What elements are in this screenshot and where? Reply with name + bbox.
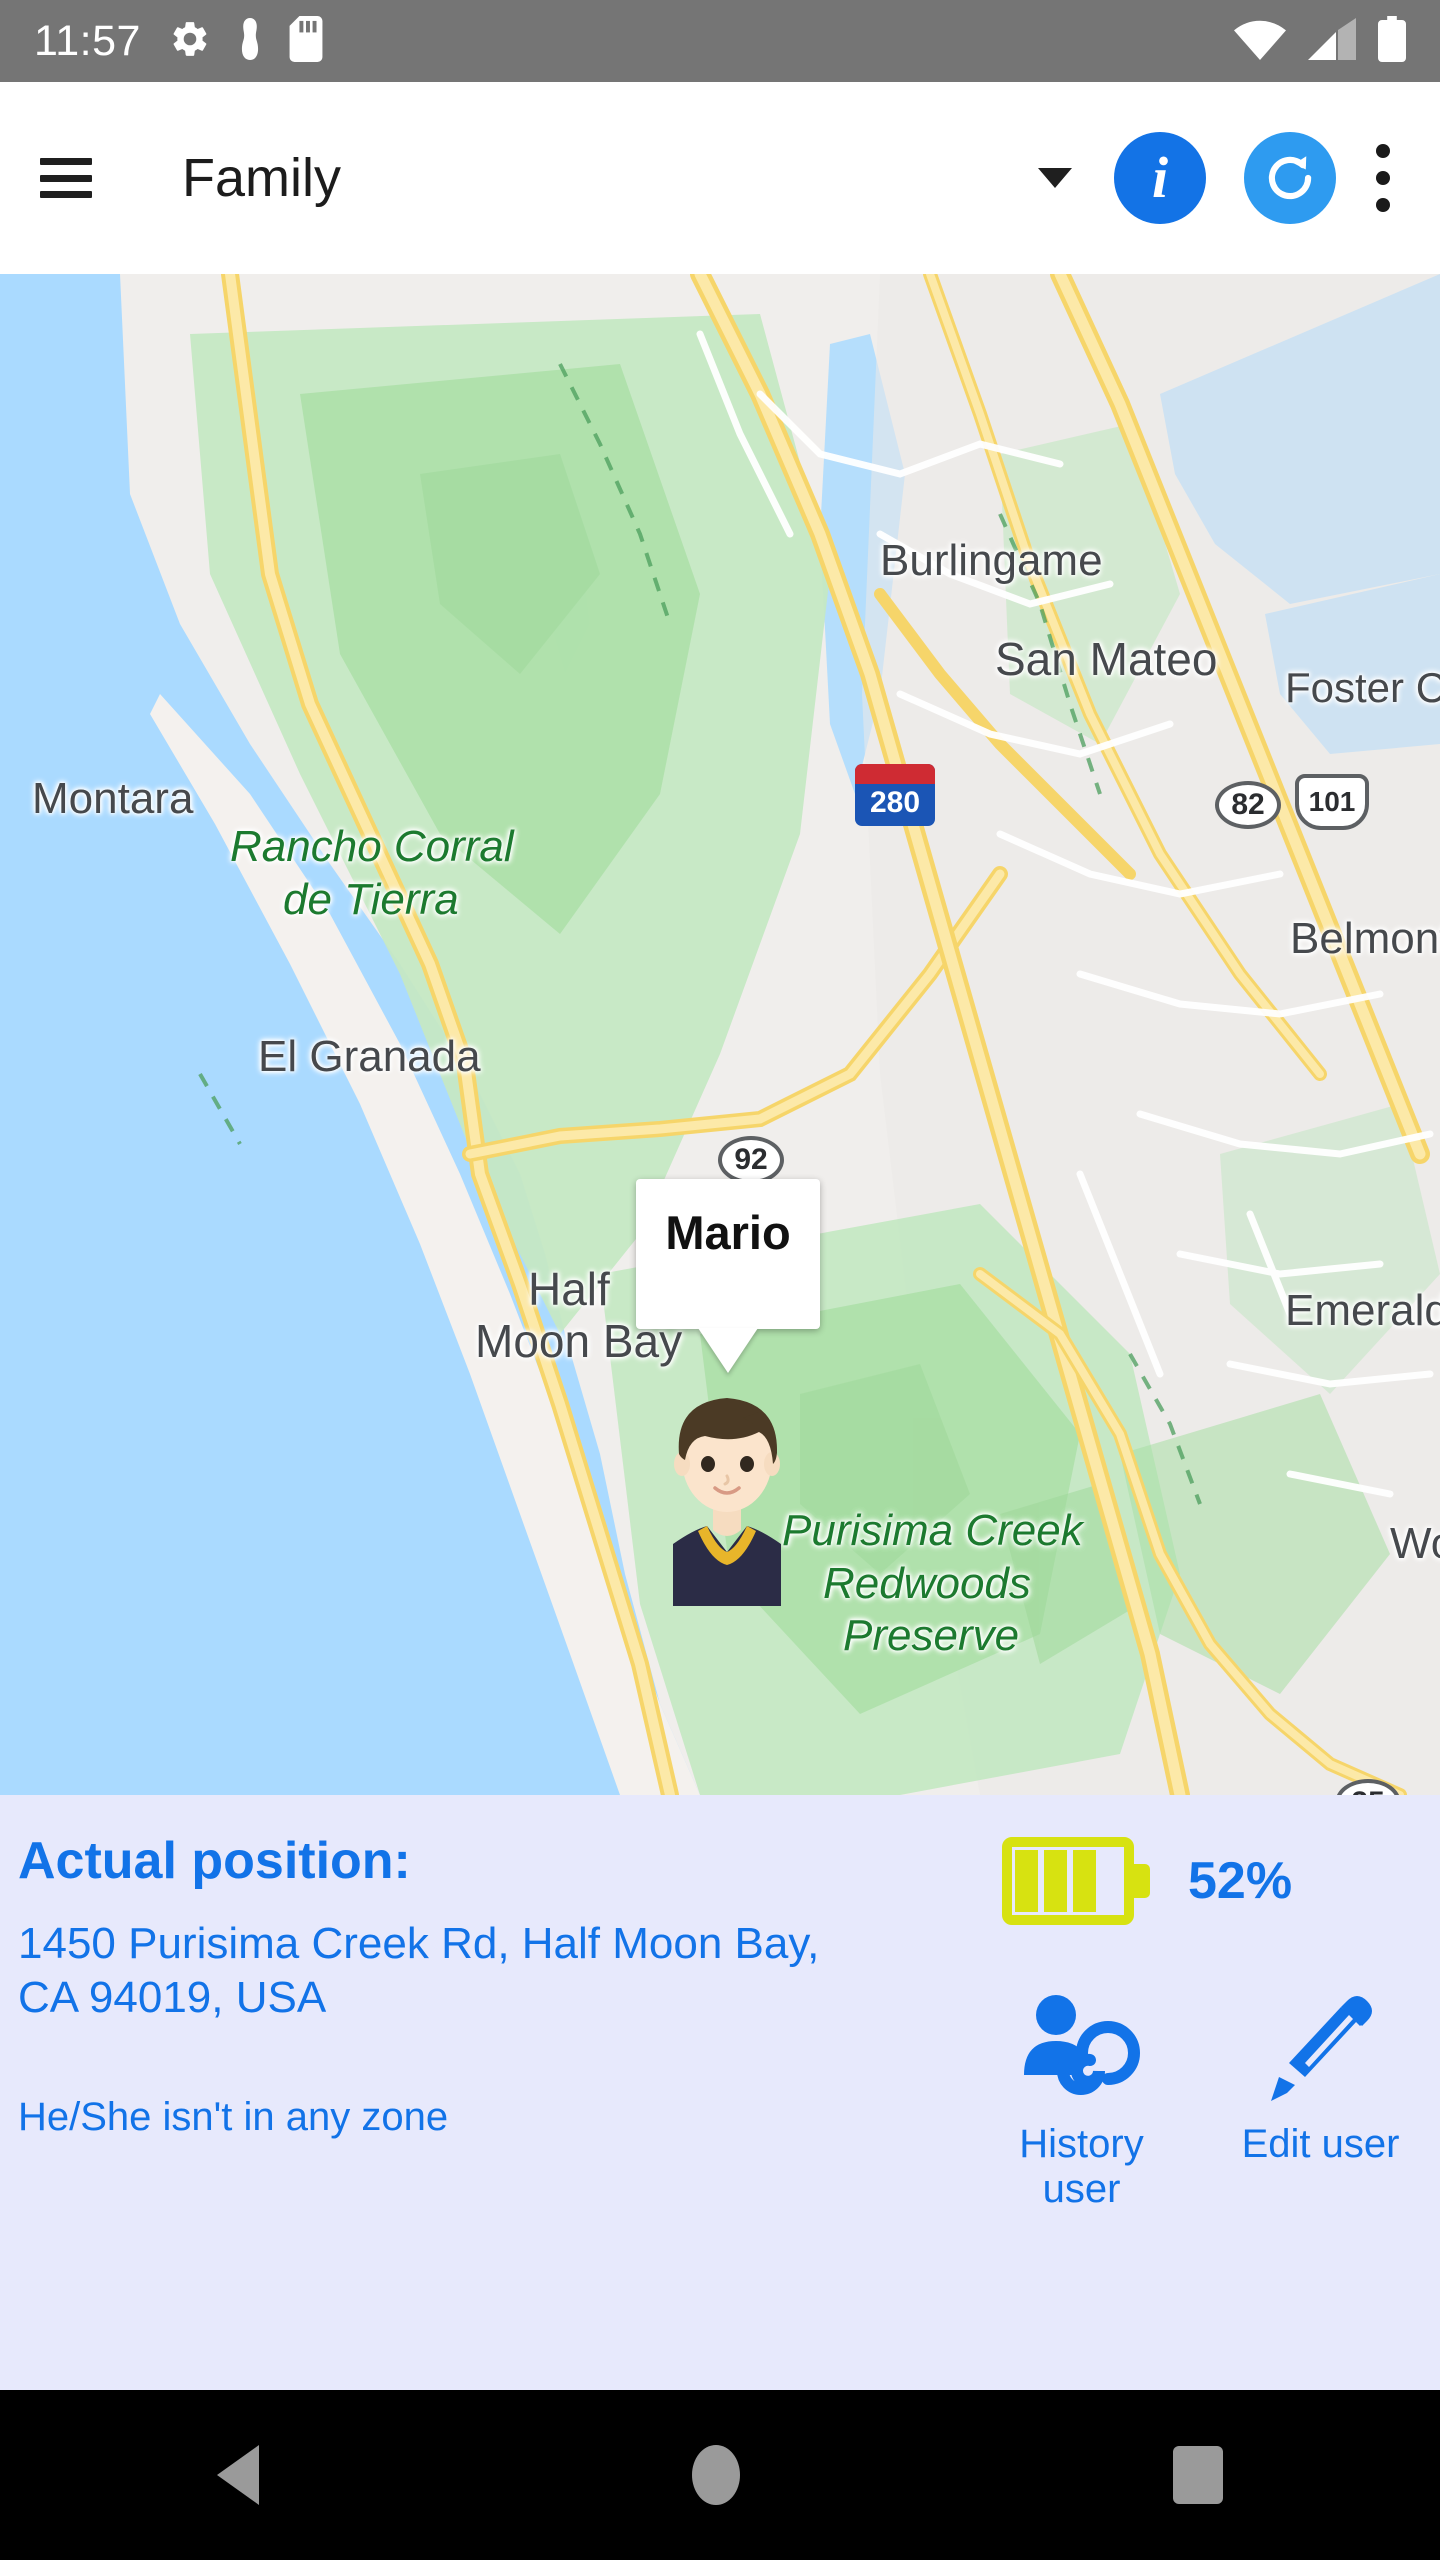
home-circle-icon[interactable]	[691, 2445, 740, 2505]
history-user-label-line2: user	[1042, 2166, 1121, 2211]
map-marker-mario[interactable]: Mario	[636, 1179, 820, 1606]
sd-card-icon	[289, 15, 323, 67]
wifi-icon	[1234, 18, 1286, 65]
interstate-shield-number: 280	[869, 786, 921, 819]
page-title: Family	[182, 148, 341, 208]
highway-shield: 82	[1215, 781, 1281, 829]
hamburger-bar	[40, 158, 92, 165]
position-info-block: Actual position: 1450 Purisima Creek Rd,…	[18, 1831, 958, 2024]
history-user-button[interactable]: History user	[962, 1991, 1201, 2212]
user-avatar-boy[interactable]	[651, 1376, 805, 1606]
android-nav-bar	[0, 2390, 1440, 2560]
status-bar-clock: 11:57	[34, 16, 141, 65]
battery-bars	[1015, 1850, 1096, 1912]
battery-bar	[1073, 1850, 1096, 1912]
position-address: 1450 Purisima Creek Rd, Half Moon Bay, C…	[18, 1917, 958, 2024]
battery-icon	[1378, 15, 1406, 67]
kebab-dot	[1376, 171, 1390, 185]
status-bar-right-icons	[1234, 15, 1406, 67]
battery-bar	[1044, 1850, 1067, 1912]
kebab-dot	[1376, 144, 1390, 158]
address-line-2: CA 94019, USA	[18, 1972, 327, 2022]
recents-square-icon[interactable]	[1173, 2446, 1224, 2504]
battery-icon	[1002, 1837, 1150, 1925]
battery-percent-label: 52%	[1188, 1852, 1293, 1910]
status-bar-left-icons	[169, 15, 323, 67]
marker-bubble[interactable]: Mario	[636, 1179, 820, 1329]
app-screen: 11:57 Family i Burlingame San Mateo Fost…	[0, 0, 1440, 2560]
info-glyph: i	[1151, 145, 1169, 210]
hamburger-menu-icon[interactable]	[40, 158, 92, 198]
settings-gear-icon	[169, 18, 211, 65]
history-user-label-line1: History	[1019, 2122, 1144, 2166]
battery-bar	[1015, 1850, 1038, 1912]
status-bar: 11:57	[0, 0, 1440, 82]
marker-name-label: Mario	[665, 1206, 791, 1259]
app-bar: Family i	[0, 82, 1440, 274]
edit-user-button[interactable]: Edit user	[1201, 1991, 1440, 2212]
interstate-shield-top	[855, 764, 935, 784]
action-buttons: History user Edit user	[962, 1991, 1440, 2212]
hamburger-bar	[40, 191, 92, 198]
marker-bubble-tail	[698, 1328, 758, 1373]
info-panel: Actual position: 1450 Purisima Creek Rd,…	[0, 1795, 1440, 2390]
info-icon[interactable]: i	[1114, 132, 1206, 224]
hamburger-bar	[40, 174, 92, 182]
notification-icon	[233, 17, 267, 65]
battery-status: 52%	[962, 1837, 1292, 1925]
cellular-signal-icon	[1308, 17, 1356, 65]
edit-pencil-icon	[1261, 1991, 1381, 2114]
highway-shield: 101	[1295, 774, 1369, 830]
highway-shield: 92	[718, 1136, 784, 1184]
back-triangle-icon[interactable]	[216, 2445, 259, 2505]
edit-user-label: Edit user	[1241, 2122, 1400, 2166]
kebab-dot	[1376, 198, 1390, 212]
map-view[interactable]: Burlingame San Mateo Foster C Montara Ra…	[0, 274, 1440, 1795]
info-panel-right: 52% History user Edit user	[962, 1795, 1440, 2390]
zone-status-text: He/She isn't in any zone	[18, 2095, 449, 2139]
position-title: Actual position:	[18, 1832, 411, 1890]
highway-shield: 280	[855, 764, 935, 826]
history-user-icon	[1018, 1991, 1146, 2114]
battery-cap	[1134, 1864, 1150, 1898]
address-line-1: 1450 Purisima Creek Rd, Half Moon Bay,	[18, 1919, 820, 1968]
overflow-menu-icon[interactable]	[1376, 144, 1390, 212]
refresh-icon[interactable]	[1244, 132, 1336, 224]
chevron-down-icon[interactable]	[1038, 168, 1072, 188]
history-user-label: History user	[1019, 2122, 1143, 2212]
